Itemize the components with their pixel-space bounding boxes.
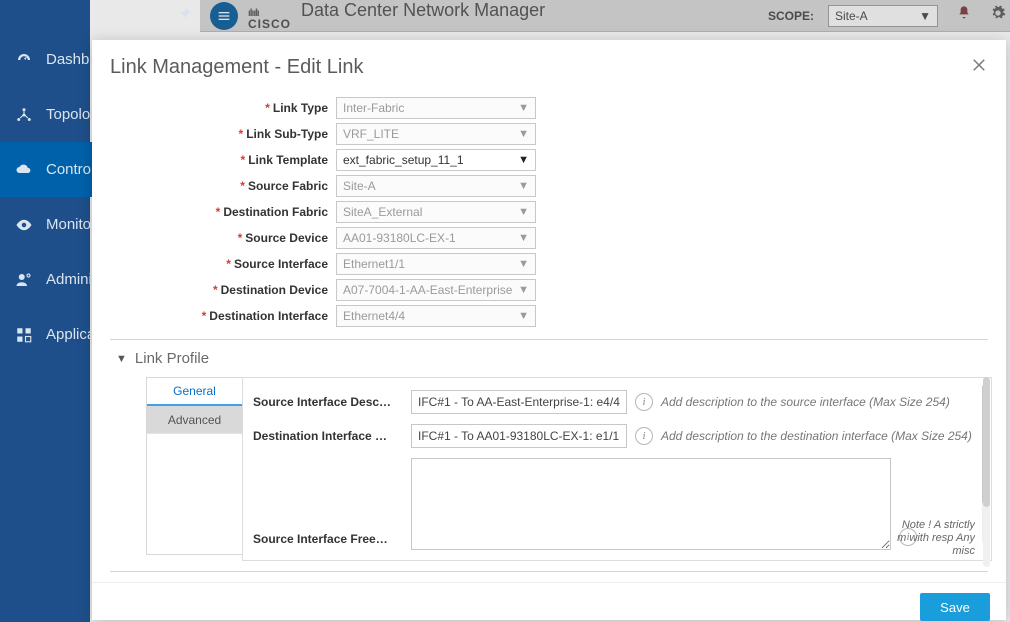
eye-icon [14,216,34,234]
tab-general[interactable]: General [147,378,242,406]
profile-note: Note ! A strictly m with resp Any misc [897,519,975,558]
modal-footer: Save [92,582,1006,622]
edit-link-modal: Link Management - Edit Link *Link Type I… [92,40,1006,620]
input-src-if-desc[interactable] [411,390,627,414]
sidebar: Dashboard Topology Control Monitor [0,0,90,622]
textarea-src-if-free[interactable] [411,458,891,550]
info-icon[interactable]: i [635,393,653,411]
chevron-down-icon: ▼ [518,102,529,114]
label-src-if-desc: Source Interface Desc… [253,395,411,409]
close-button[interactable] [970,56,988,79]
help-dst-if-desc: Add description to the destination inter… [661,429,972,443]
select-link-type[interactable]: Inter-Fabric▼ [336,97,536,119]
profile-title: Link Profile [135,350,209,367]
profile-header[interactable]: ▼ Link Profile [116,350,992,367]
caret-down-icon: ▼ [116,353,127,365]
chevron-down-icon: ▼ [518,180,529,192]
cloud-gear-icon [14,161,34,179]
brand: ılıılıCISCO Data Center Network Manager [248,0,545,31]
cisco-logo: ılıılıCISCO [248,11,291,31]
select-link-sub-type[interactable]: VRF_LITE▼ [336,123,536,145]
gauge-icon [14,51,34,69]
label-source-device: *Source Device [106,231,336,245]
sidebar-item-label: Monitor [46,216,96,233]
divider [110,571,988,572]
scope-select[interactable]: Site-A ▼ [828,5,938,27]
chevron-down-icon: ▼ [518,154,529,166]
save-button[interactable]: Save [920,593,990,621]
bell-icon[interactable] [956,5,972,26]
chevron-down-icon: ▼ [518,128,529,140]
info-icon[interactable]: i [635,427,653,445]
select-source-fabric[interactable]: Site-A▼ [336,175,536,197]
select-destination-fabric[interactable]: SiteA_External▼ [336,201,536,223]
user-gear-icon [14,271,34,289]
label-destination-fabric: *Destination Fabric [106,205,336,219]
select-destination-device[interactable]: A07-7004-1-AA-East-Enterprise▼ [336,279,536,301]
menu-button[interactable] [210,2,238,30]
select-destination-interface[interactable]: Ethernet4/4▼ [336,305,536,327]
sidebar-pin-row [0,0,200,32]
tab-advanced[interactable]: Advanced [147,406,242,434]
form-area: *Link Type Inter-Fabric▼ *Link Sub-Type … [92,89,1006,582]
select-link-template[interactable]: ext_fabric_setup_11_1▼ [336,149,536,171]
sidebar-item-label: Control [46,161,94,178]
profile-panel: Source Interface Desc… i Add description… [242,377,992,561]
profile-tabs: General Advanced [146,377,242,555]
select-source-interface[interactable]: Ethernet1/1▼ [336,253,536,275]
help-src-if-desc: Add description to the source interface … [661,395,950,409]
outer-scroll-thumb[interactable] [983,377,990,507]
topology-icon [14,106,34,124]
scope-label: SCOPE: [768,9,814,23]
divider [110,339,988,340]
pin-icon[interactable] [178,7,192,26]
label-link-sub-type: *Link Sub-Type [106,127,336,141]
topbar: ılıılıCISCO Data Center Network Manager … [200,0,1010,32]
chevron-down-icon: ▼ [518,232,529,244]
chevron-down-icon: ▼ [518,258,529,270]
label-source-interface: *Source Interface [106,257,336,271]
apps-icon [14,326,34,344]
chevron-down-icon: ▼ [919,9,931,23]
chevron-down-icon: ▼ [518,310,529,322]
modal-title: Link Management - Edit Link [110,56,363,79]
label-link-template: *Link Template [106,153,336,167]
label-dst-if-desc: Destination Interface … [253,429,411,443]
app-title: Data Center Network Manager [301,0,545,21]
gear-icon[interactable] [990,5,1006,26]
chevron-down-icon: ▼ [518,284,529,296]
label-source-fabric: *Source Fabric [106,179,336,193]
select-source-device[interactable]: AA01-93180LC-EX-1▼ [336,227,536,249]
input-dst-if-desc[interactable] [411,424,627,448]
scope-value: Site-A [835,9,868,23]
chevron-down-icon: ▼ [518,206,529,218]
label-src-if-free: Source Interface Free… [253,532,411,546]
label-destination-interface: *Destination Interface [106,309,336,323]
label-destination-device: *Destination Device [106,283,336,297]
label-link-type: *Link Type [106,101,336,115]
